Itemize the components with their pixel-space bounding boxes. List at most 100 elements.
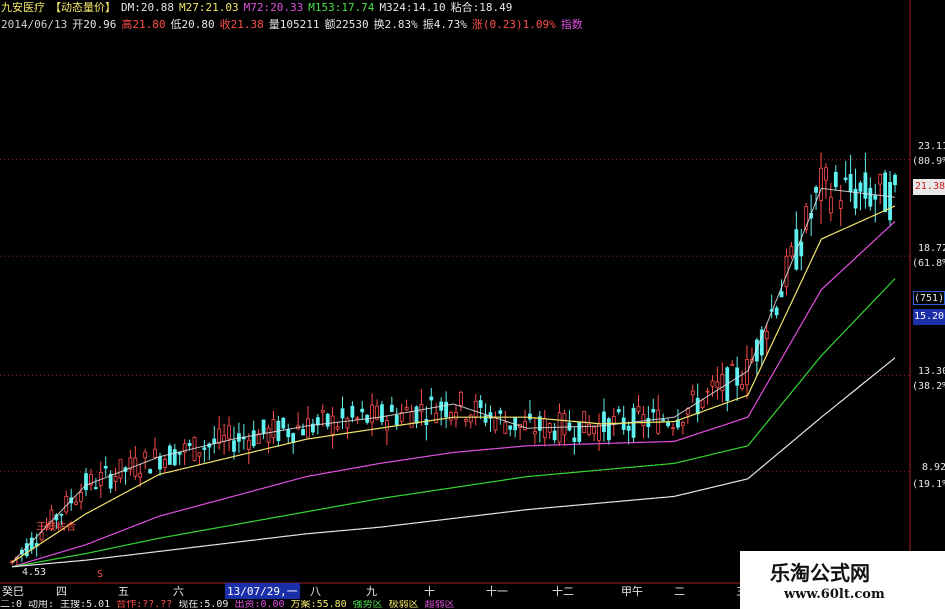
bottom-item: 合作:??.?? <box>116 600 173 609</box>
close-value: 收21.38 <box>219 18 264 31</box>
candle-body <box>360 408 365 413</box>
candle-body <box>666 421 670 427</box>
x-cursor-date[interactable]: 13/07/29,一 <box>225 583 300 599</box>
x-tick-label: 五 <box>118 585 129 598</box>
candle-body <box>389 404 394 412</box>
candle-body <box>843 177 848 181</box>
price-chart[interactable] <box>0 0 945 609</box>
candle-body <box>577 421 582 442</box>
bottom-item: 强势区 <box>352 600 383 609</box>
candle-body <box>873 194 878 200</box>
m27-value: M27:21.03 <box>178 1 239 14</box>
candle-body <box>281 417 286 429</box>
candle-body <box>320 409 325 413</box>
candle-body <box>572 437 577 442</box>
candle-body <box>163 459 167 469</box>
candle-body <box>345 418 350 429</box>
turnover-value: 换2.83% <box>373 18 418 31</box>
y-tick-label: 8.92 <box>922 462 945 473</box>
bottom-item: 现在:5.09 <box>178 600 229 609</box>
candle-body <box>167 445 172 465</box>
indicator-row: 九安医疗 【动态量价】 DM:20.88 M27:21.03 M72:20.33… <box>0 0 540 17</box>
current-price-tag: 21.38 <box>913 179 945 195</box>
candle-body <box>700 399 705 408</box>
y-tick-label: 23.11 <box>918 141 945 152</box>
candle-body <box>523 421 527 431</box>
x-tick-label: 十一 <box>486 585 508 598</box>
candle-body <box>286 429 291 438</box>
candle-body <box>705 390 710 393</box>
candle-body <box>59 513 64 516</box>
candle-body <box>449 412 453 421</box>
candle-body <box>878 173 883 185</box>
candle-body <box>680 422 685 426</box>
candle-body <box>824 167 828 181</box>
candle-body <box>118 459 123 479</box>
amount-value: 额22530 <box>324 18 369 31</box>
candle-body <box>202 447 207 450</box>
volume-box[interactable]: (751) <box>913 291 945 305</box>
candle-body <box>153 448 157 458</box>
watermark: 乐淘公式网 www.60lt.com <box>740 551 945 609</box>
candle-body <box>227 425 231 440</box>
y-tick-label: (80.9%) <box>912 156 945 167</box>
candle-body <box>799 241 804 257</box>
volume-value: 量105211 <box>268 18 320 31</box>
candle-body <box>113 476 118 482</box>
candle-body <box>528 413 532 420</box>
candle-body <box>532 431 537 435</box>
watermark-url: www.60lt.com <box>784 587 885 602</box>
candle-body <box>306 418 310 438</box>
m27-line <box>11 205 896 563</box>
x-tick-label: 二 <box>674 585 685 598</box>
candle-body <box>473 400 478 418</box>
candle-body <box>29 537 34 550</box>
m72-value: M72:20.33 <box>243 1 304 14</box>
candle-body <box>848 173 853 193</box>
x-tick-label: 四 <box>56 585 67 598</box>
candle-body <box>833 171 838 188</box>
candle-body <box>404 406 409 411</box>
candle-body <box>602 411 606 432</box>
candle-body <box>503 422 508 434</box>
y-tick-label: 13.30 <box>918 366 945 377</box>
stock-name[interactable]: 九安医疗 <box>1 0 45 17</box>
candle-body <box>251 430 256 447</box>
candle-body <box>468 414 473 423</box>
candle-body <box>789 246 794 257</box>
candle-body <box>454 412 458 420</box>
candle-body <box>79 491 83 502</box>
candle-body <box>197 452 202 457</box>
candle-body <box>458 391 463 406</box>
indicator-name[interactable]: 【动态量价】 <box>50 0 116 17</box>
dm-value: DM:20.88 <box>121 1 174 14</box>
candle-body <box>158 456 162 470</box>
candle-body <box>444 401 449 418</box>
x-tick-label: 八 <box>310 585 321 598</box>
candle-body <box>93 487 98 489</box>
candle-body <box>478 400 483 408</box>
y-tick-label: (38.2%) <box>912 381 945 392</box>
candle-body <box>232 440 236 452</box>
candle-body <box>498 410 503 414</box>
candle-body <box>172 449 177 466</box>
candle-body <box>764 330 769 340</box>
candle-body <box>863 172 868 199</box>
candle-body <box>222 434 227 442</box>
candle-body <box>84 473 88 491</box>
candle-body <box>651 408 656 413</box>
watermark-title: 乐淘公式网 <box>770 561 870 585</box>
y-tick-label: 18.72 <box>918 243 945 254</box>
chart-area[interactable] <box>0 0 945 609</box>
candle-body <box>774 307 779 316</box>
index-button[interactable]: 指数 <box>561 17 583 34</box>
candle-body <box>217 428 222 445</box>
candle-body <box>828 196 833 214</box>
candle-body <box>838 200 843 209</box>
low-value: 低20.80 <box>170 18 215 31</box>
candle-body <box>103 465 108 469</box>
candle-body <box>385 420 389 431</box>
m153-value: M153:17.74 <box>308 1 375 14</box>
x-tick-label: 癸巳 <box>2 585 24 598</box>
candle-body <box>493 417 498 431</box>
